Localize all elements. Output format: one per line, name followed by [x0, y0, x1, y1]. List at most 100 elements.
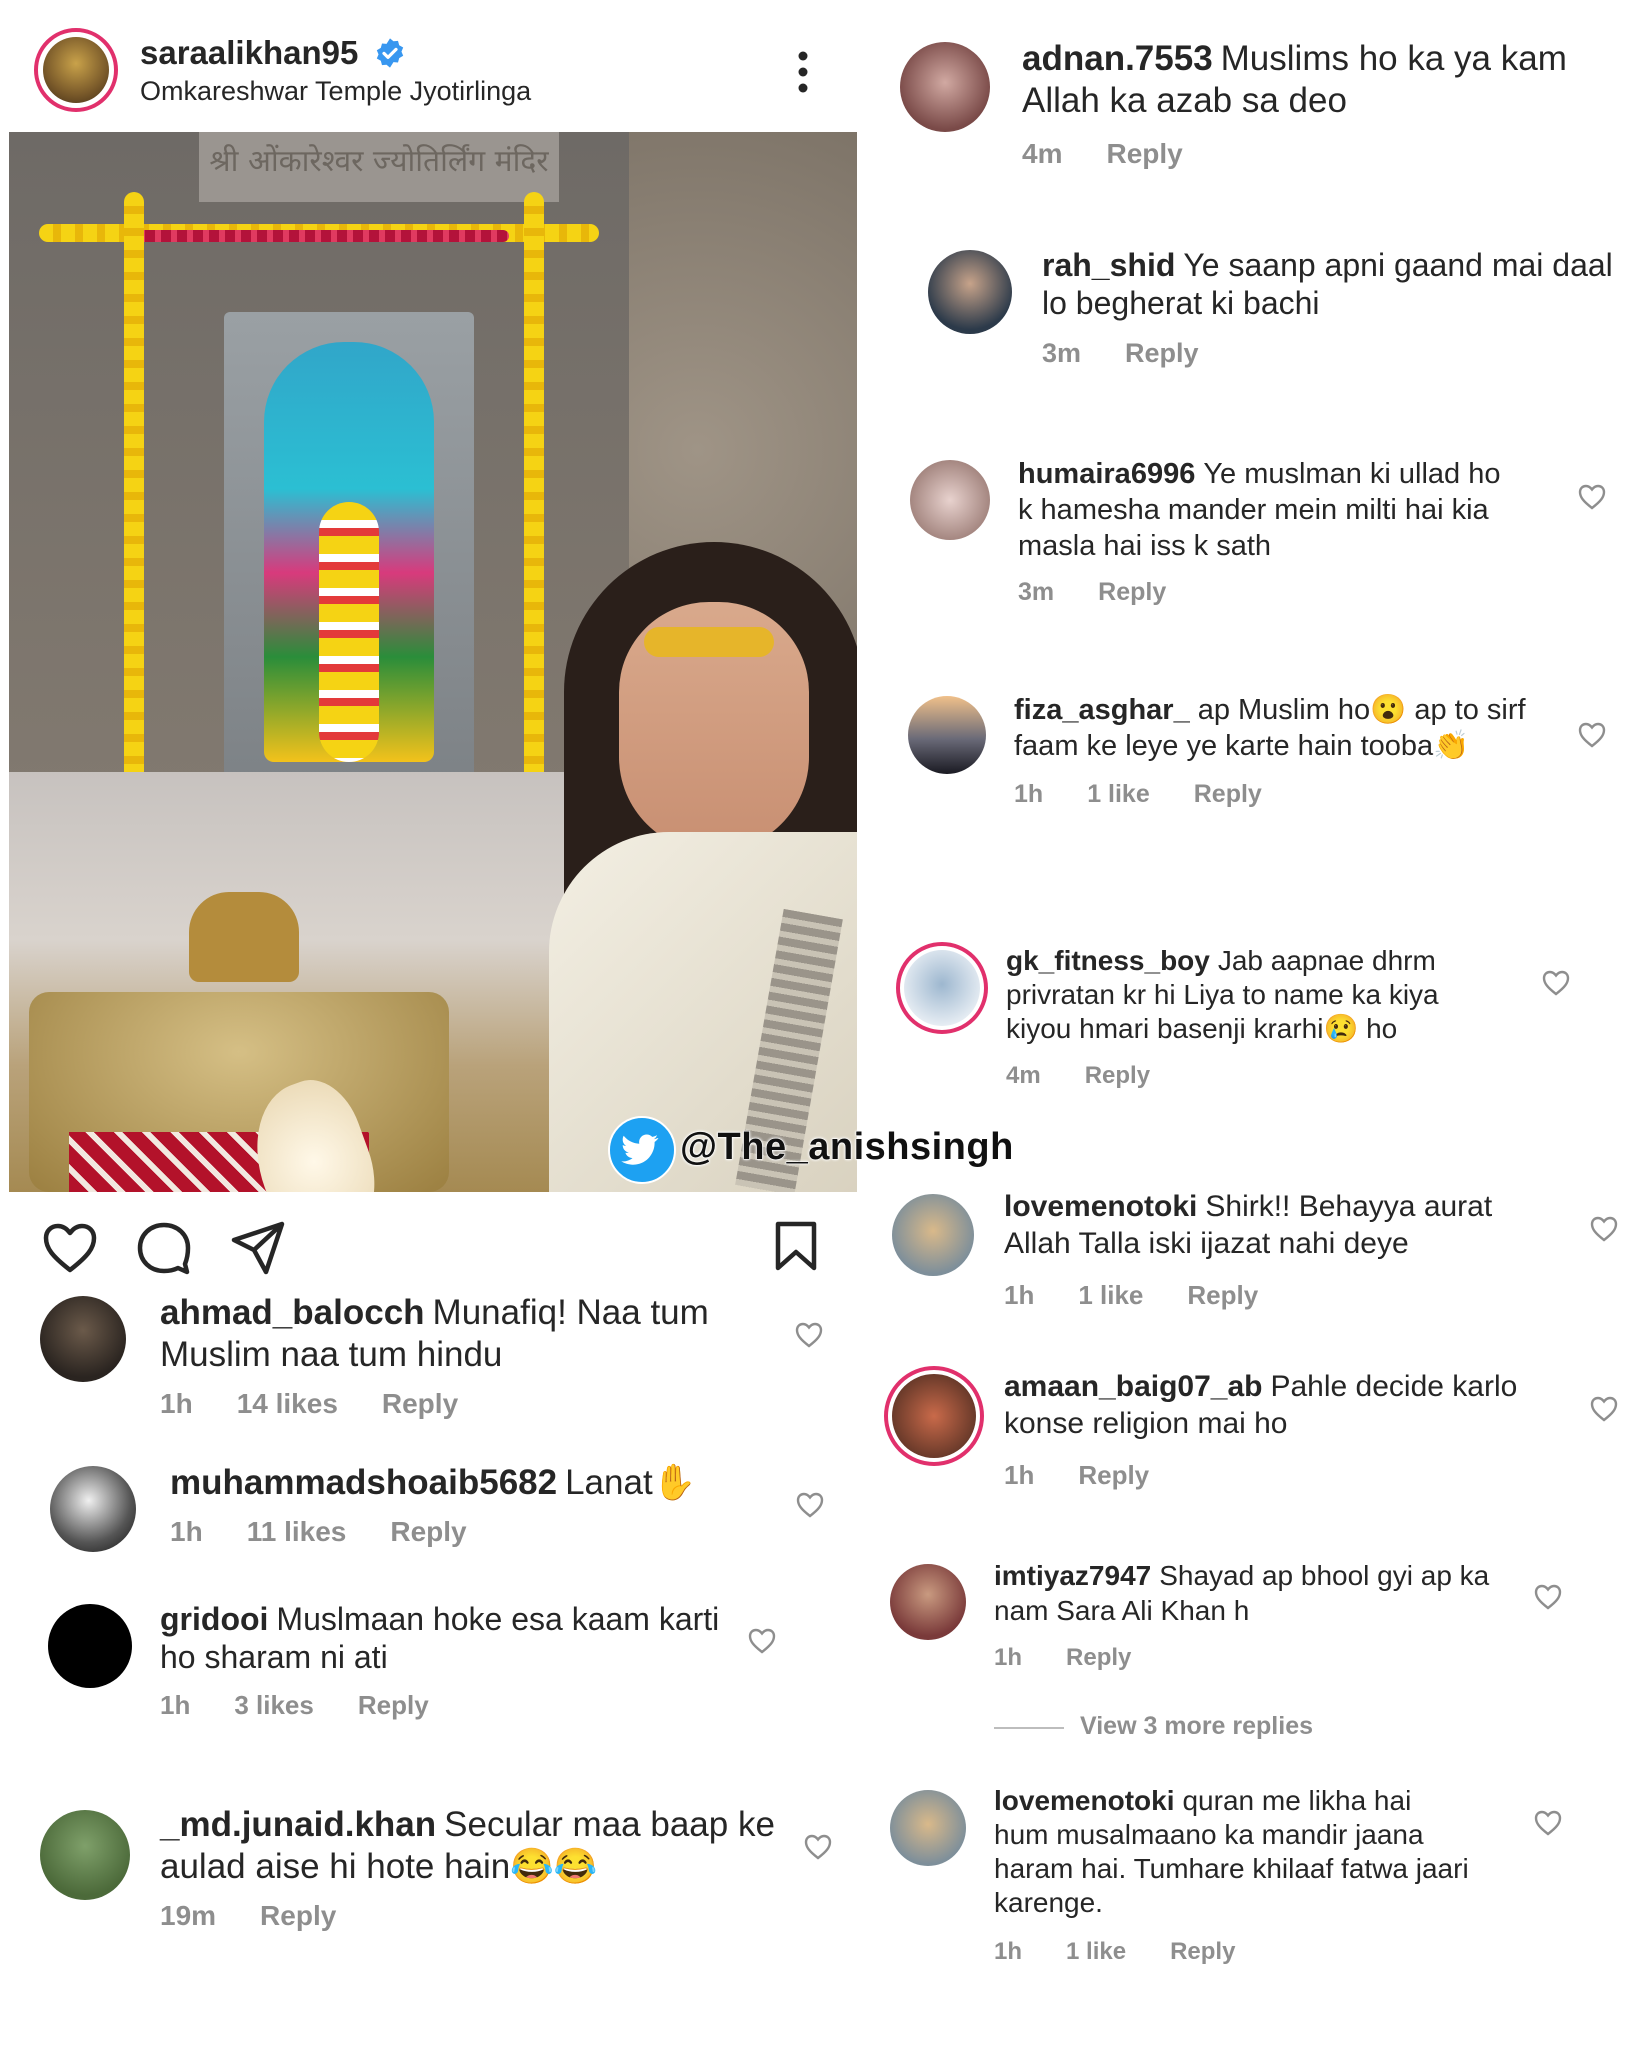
garland-right [524, 192, 544, 812]
comment-text: masla hai iss k sath [1018, 530, 1272, 562]
heart-icon[interactable] [1534, 1810, 1562, 1836]
reply-button[interactable]: Reply [1125, 338, 1199, 368]
post-photo[interactable]: श्री ओंकारेश्वर ज्योतिर्लिंग मंदिर [9, 132, 857, 1192]
reply-button[interactable]: Reply [1066, 1644, 1131, 1671]
avatar[interactable] [50, 1466, 136, 1552]
comment-time: 1h [1004, 1460, 1035, 1490]
comment-username[interactable]: gridooi [160, 1601, 268, 1637]
comment-likes[interactable]: 1 like [1078, 1280, 1143, 1310]
avatar[interactable] [890, 1790, 966, 1866]
heart-icon[interactable] [1542, 970, 1570, 996]
more-options-icon[interactable] [796, 50, 810, 94]
comment-meta: 3m Reply [1018, 578, 1210, 607]
like-icon[interactable] [42, 1222, 98, 1274]
reply-button[interactable]: Reply [1078, 1460, 1149, 1490]
view-more-divider [994, 1727, 1064, 1729]
comment-likes[interactable]: 11 likes [247, 1516, 347, 1547]
comment-likes[interactable]: 3 likes [234, 1690, 314, 1720]
avatar[interactable] [40, 1296, 126, 1382]
comment-username[interactable]: imtiyaz7947 [994, 1560, 1151, 1591]
heart-icon[interactable] [1578, 722, 1606, 748]
reply-button[interactable]: Reply [1170, 1938, 1235, 1965]
post-location[interactable]: Omkareshwar Temple Jyotirlinga [140, 76, 531, 107]
heart-icon[interactable] [804, 1834, 832, 1860]
heart-icon[interactable] [795, 1322, 823, 1348]
comment-username[interactable]: fiza_asghar_ [1014, 694, 1190, 726]
comment-text: Muslim naa tum hindu [160, 1335, 503, 1374]
comment-text: Shirk!! Behayya aurat [1205, 1190, 1493, 1223]
heart-icon[interactable] [1578, 484, 1606, 510]
comment-text: nam Sara Ali Khan h [994, 1595, 1250, 1626]
list-item: lovemenotoki quran me likha hai hum musal… [994, 1784, 1534, 1920]
comment-icon[interactable] [136, 1220, 192, 1276]
comment-username[interactable]: muhammadshoaib5682 [170, 1463, 557, 1502]
comment-likes[interactable]: 1 like [1066, 1938, 1126, 1965]
avatar[interactable] [892, 1374, 976, 1458]
comment-likes[interactable]: 14 likes [237, 1388, 338, 1419]
comment-username[interactable]: ahmad_balocch [160, 1293, 425, 1332]
comment-meta: 1h 3 likes Reply [160, 1690, 473, 1721]
list-item: fiza_asghar_ ap Muslim ho😮 ap to sirf faa… [1014, 692, 1554, 764]
bookmark-icon[interactable] [774, 1220, 818, 1272]
reply-button[interactable]: Reply [382, 1388, 458, 1419]
reply-button[interactable]: Reply [1106, 138, 1182, 169]
comment-text: Lanat✋ [565, 1463, 697, 1502]
comment-username[interactable]: amaan_baig07_ab [1004, 1370, 1262, 1403]
comment-username[interactable]: rah_shid [1042, 247, 1175, 283]
comment-username[interactable]: adnan.7553 [1022, 39, 1213, 78]
comment-text: Secular maa baap ke [444, 1805, 775, 1844]
garland-top-red [129, 230, 509, 242]
comment-username[interactable]: lovemenotoki [1004, 1190, 1197, 1223]
avatar[interactable] [40, 1810, 130, 1900]
heart-icon[interactable] [1590, 1216, 1618, 1242]
reply-button[interactable]: Reply [358, 1690, 429, 1720]
list-item: rah_shid Ye saanp apni gaand mai daal lo … [1042, 246, 1622, 322]
avatar[interactable] [928, 250, 1012, 334]
heart-icon[interactable] [1590, 1396, 1618, 1422]
avatar[interactable] [900, 42, 990, 132]
heart-icon[interactable] [1534, 1584, 1562, 1610]
comment-meta: 1h 1 like Reply [994, 1938, 1279, 1966]
comment-username[interactable]: lovemenotoki [994, 1785, 1174, 1816]
reply-button[interactable]: Reply [260, 1900, 336, 1931]
post-username[interactable]: saraalikhan95 [140, 34, 406, 72]
comment-text: hum musalmaano ka mandir jaana [994, 1819, 1424, 1850]
avatar[interactable] [892, 1194, 974, 1276]
post-avatar[interactable] [34, 28, 118, 112]
reply-button[interactable]: Reply [390, 1516, 466, 1547]
view-more-replies-button[interactable]: View 3 more replies [1080, 1712, 1313, 1741]
reply-button[interactable]: Reply [1085, 1062, 1150, 1089]
reply-button[interactable]: Reply [1098, 578, 1166, 606]
reply-button[interactable]: Reply [1187, 1280, 1258, 1310]
avatar[interactable] [904, 950, 980, 1026]
avatar[interactable] [910, 460, 990, 540]
comment-text: kiyou hmari basenji krarhi😢 ho [1006, 1013, 1398, 1044]
comment-username[interactable]: humaira6996 [1018, 458, 1195, 490]
comment-text: karenge. [994, 1887, 1103, 1918]
comment-username[interactable]: _md.junaid.khan [160, 1805, 436, 1844]
comment-time: 1h [160, 1690, 191, 1720]
share-icon[interactable] [230, 1220, 286, 1276]
nandi-horns [189, 892, 299, 982]
heart-icon[interactable] [796, 1492, 824, 1518]
comment-meta: 1h 1 like Reply [1004, 1280, 1302, 1311]
comment-text: Shayad ap bhool gyi ap ka [1159, 1560, 1490, 1591]
comment-time: 1h [994, 1938, 1023, 1965]
avatar[interactable] [890, 1564, 966, 1640]
comment-username[interactable]: gk_fitness_boy [1006, 945, 1210, 976]
list-item: lovemenotoki Shirk!! Behayya aurat Allah … [1004, 1188, 1564, 1262]
comment-meta: 1h Reply [994, 1644, 1175, 1672]
heart-icon[interactable] [748, 1628, 776, 1654]
avatar[interactable] [48, 1604, 132, 1688]
avatar[interactable] [908, 696, 986, 774]
reply-button[interactable]: Reply [1194, 780, 1262, 808]
comment-likes[interactable]: 1 like [1087, 780, 1150, 808]
comment-time: 1h [160, 1388, 193, 1419]
comment-text: aulad aise hi hote hain😂😂 [160, 1847, 598, 1886]
comment-time: 1h [1004, 1280, 1035, 1310]
comment-text: konse religion mai ho [1004, 1407, 1288, 1440]
comment-text: Ye muslman ki ullad ho [1203, 458, 1501, 490]
post-username-text[interactable]: saraalikhan95 [140, 34, 358, 71]
watermark-text: @The_anishsingh [680, 1126, 1014, 1169]
comment-meta: 1h 11 likes Reply [170, 1516, 511, 1548]
